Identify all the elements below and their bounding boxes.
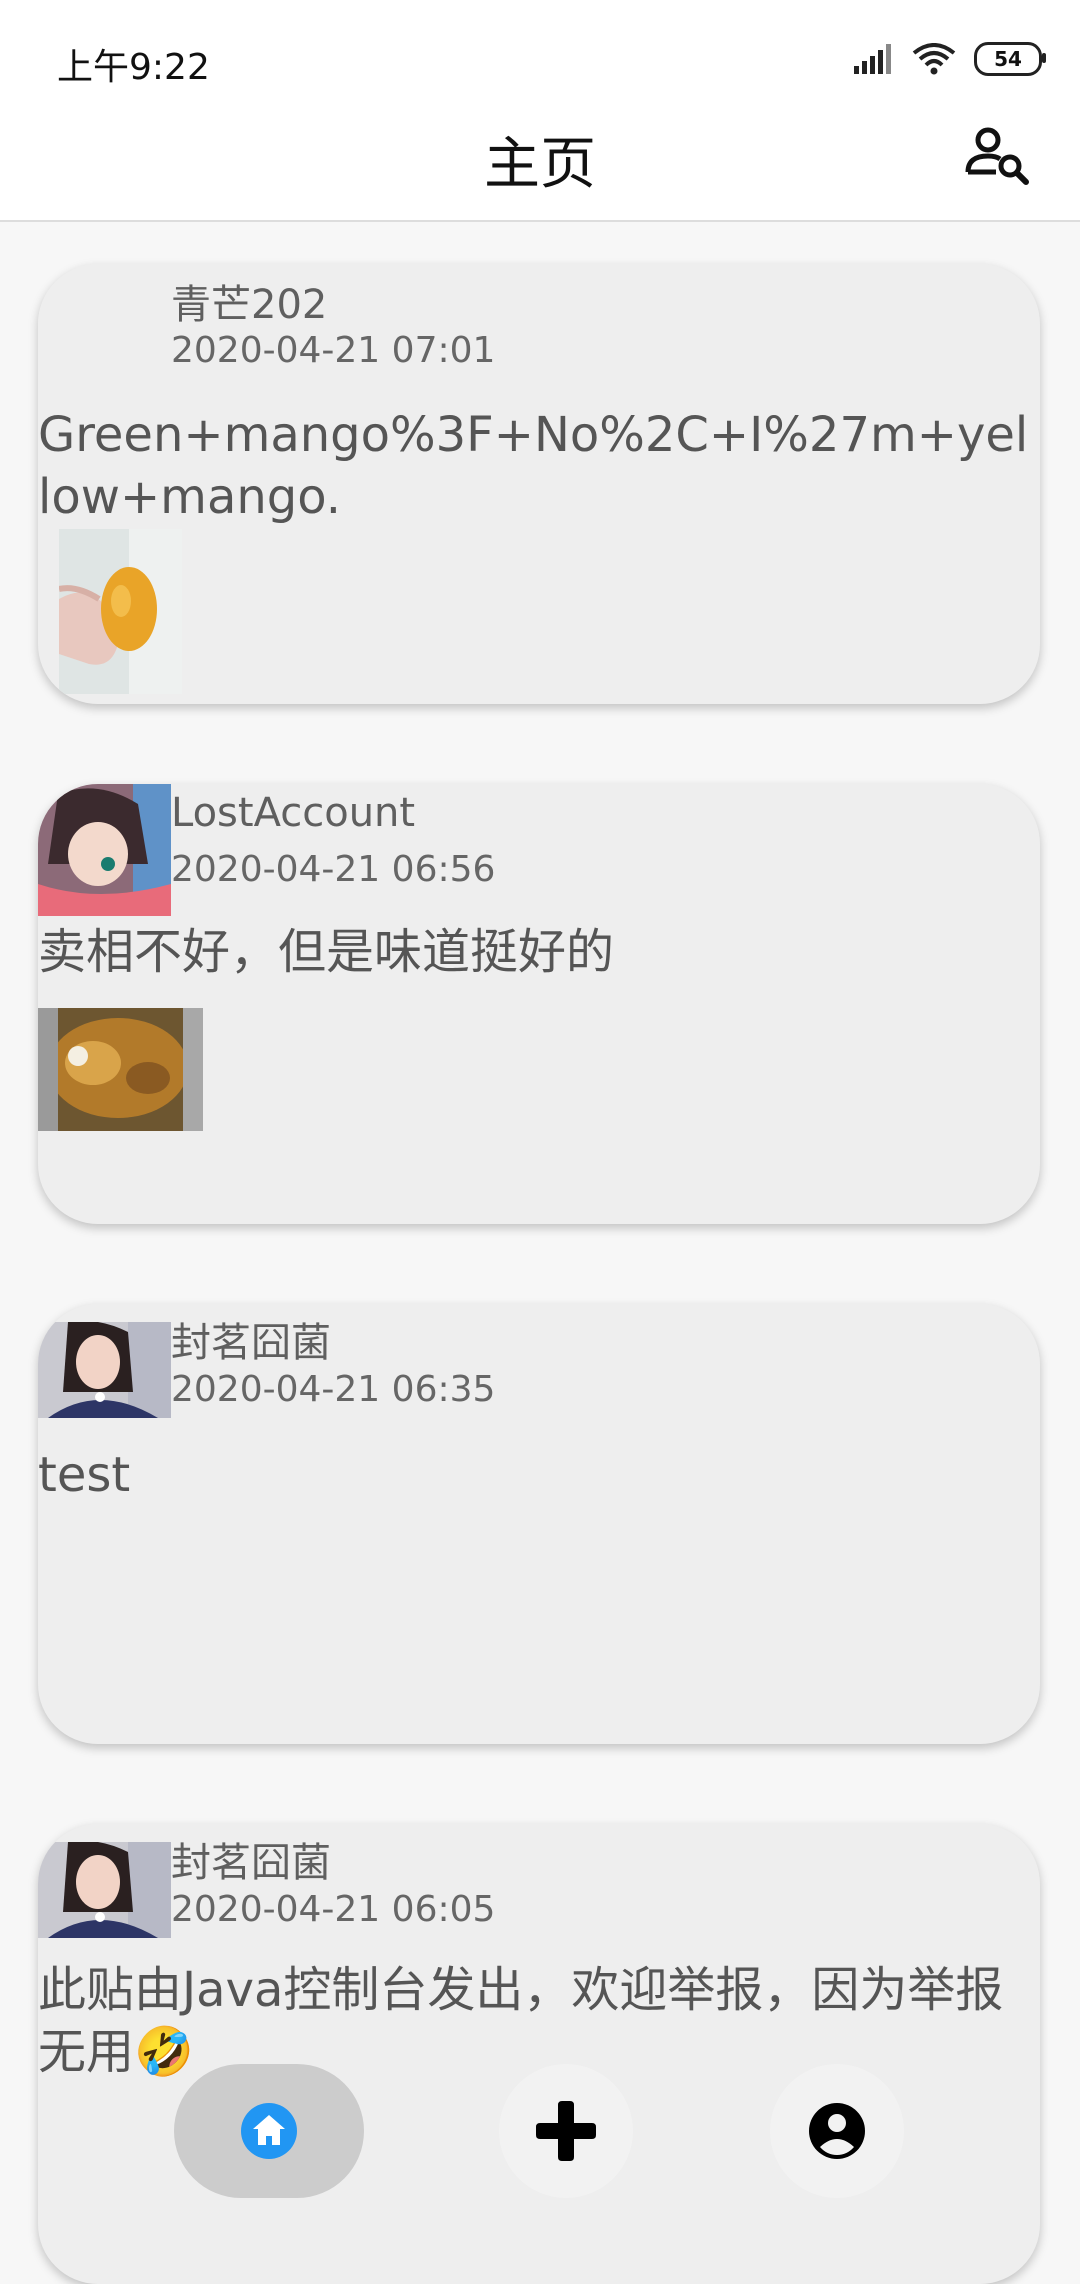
search-user-icon[interactable] [960, 116, 1036, 192]
status-time: 上午9:22 [57, 47, 210, 88]
post-author[interactable]: LostAccount [171, 790, 415, 836]
post-image[interactable] [38, 1008, 203, 1131]
nav-profile-button[interactable] [770, 2064, 904, 2198]
post-image[interactable] [59, 529, 182, 694]
nav-add-post-button[interactable] [499, 2064, 633, 2198]
status-bar: 上午9:22 54 [0, 0, 1080, 110]
post-text: 卖相不好，但是味道挺好的 [38, 924, 615, 980]
app-bar: 主页 [0, 110, 1080, 222]
post-author[interactable]: 封茗囧菌 [171, 1310, 331, 1368]
battery-level: 54 [994, 47, 1022, 71]
post-time: 2020-04-21 06:05 [171, 1889, 496, 1930]
avatar[interactable] [38, 784, 171, 916]
status-icons: 54 [854, 42, 1046, 76]
post-card[interactable]: 封茗囧菌 2020-04-21 06:35 test [38, 1304, 1040, 1744]
avatar[interactable] [38, 264, 171, 364]
post-card[interactable]: 青芒202 2020-04-21 07:01 Green+mango%3F+No… [38, 264, 1040, 704]
wifi-icon [912, 43, 956, 75]
post-time: 2020-04-21 07:01 [171, 330, 496, 371]
post-card[interactable]: 封茗囧菌 2020-04-21 06:05 此贴由Java控制台发出，欢迎举报，… [38, 1824, 1040, 2284]
account-icon [809, 2103, 865, 2159]
bottom-navigation [0, 2060, 1080, 2200]
nav-home-button[interactable] [174, 2064, 364, 2198]
post-time: 2020-04-21 06:35 [171, 1369, 496, 1410]
post-time: 2020-04-21 06:56 [171, 849, 496, 890]
signal-icon [854, 44, 891, 74]
battery-icon: 54 [974, 42, 1046, 76]
avatar[interactable] [38, 1322, 171, 1418]
post-author[interactable]: 封茗囧菌 [171, 1830, 331, 1888]
plus-icon [536, 2101, 596, 2161]
avatar[interactable] [38, 1842, 171, 1938]
home-icon [241, 2103, 297, 2159]
post-text: Green+mango%3F+No%2C+I%27m+yellow+mango. [38, 407, 1029, 525]
post-card[interactable]: LostAccount 2020-04-21 06:56 卖相不好，但是味道挺好… [38, 784, 1040, 1224]
page-title: 主页 [484, 132, 596, 197]
post-author[interactable]: 青芒202 [171, 272, 327, 330]
post-text: test [38, 1447, 131, 1503]
